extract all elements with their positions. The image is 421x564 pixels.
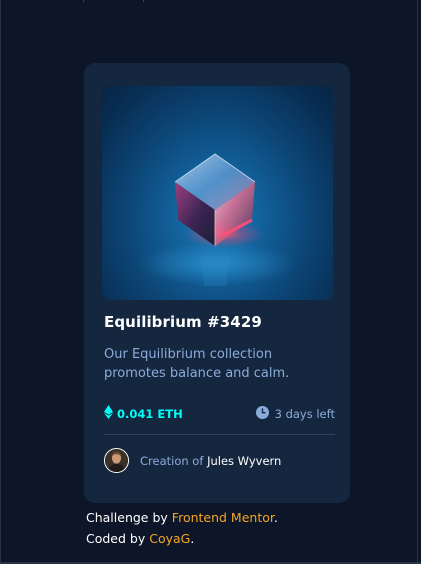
attribution: Challenge by Frontend Mentor. Coded by C… [86, 507, 278, 549]
frame-left-edge [0, 0, 1, 564]
coder-suffix: . [190, 531, 195, 546]
attribution-coder-line: Coded by CoyaG. [86, 528, 278, 549]
ethereum-icon [104, 405, 113, 422]
clock-icon [255, 406, 269, 422]
equilibrium-cube-image [137, 153, 297, 286]
coder-prefix: Coded by [86, 531, 146, 546]
price-info: 0.041 ETH [104, 405, 183, 422]
creator-info: Creation of Jules Wyvern [104, 448, 281, 473]
time-left-info: 3 days left [255, 406, 335, 422]
card-divider [104, 434, 335, 435]
frame-top-mark [83, 0, 84, 2]
nft-description: Our Equilibrium collection promotes bala… [104, 347, 290, 381]
avatar [104, 448, 129, 473]
frame-right-edge [417, 0, 418, 564]
attribution-challenge-line: Challenge by Frontend Mentor. [86, 507, 278, 528]
frame-top-mark [143, 0, 144, 2]
avatar-image [105, 449, 128, 472]
challenge-suffix: . [273, 510, 278, 525]
coder-link[interactable]: CoyaG [149, 531, 190, 546]
challenge-prefix: Challenge by [86, 510, 168, 525]
nft-preview-card: Equilibrium #3429 Our Equilibrium collec… [84, 63, 350, 503]
time-left-value: 3 days left [274, 407, 335, 421]
frontend-mentor-link[interactable]: Frontend Mentor [172, 510, 274, 525]
equilibrium-image[interactable] [102, 86, 333, 300]
creator-prefix: Creation of [140, 453, 204, 468]
nft-title[interactable]: Equilibrium #3429 [104, 313, 262, 331]
creator-name[interactable]: Jules Wyvern [207, 454, 281, 468]
price-value: 0.041 ETH [117, 406, 183, 421]
